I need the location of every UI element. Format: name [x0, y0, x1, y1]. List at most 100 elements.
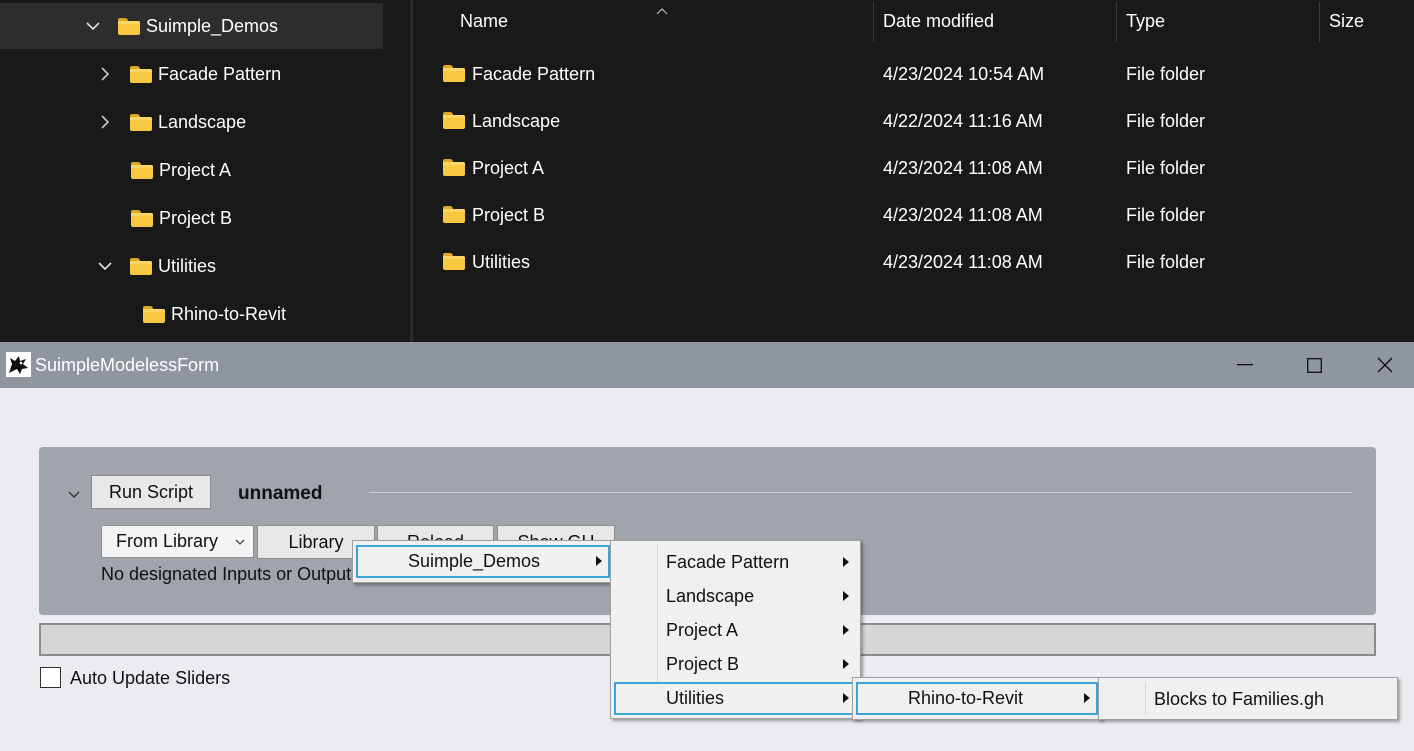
menu-item-suimple-demos[interactable]: Suimple_Demos [356, 545, 610, 578]
sort-ascending-icon [656, 2, 668, 20]
file-row[interactable]: Project B 4/23/2024 11:08 AM File folder [413, 192, 1414, 238]
from-library-dropdown[interactable]: From Library [101, 525, 254, 558]
column-header-type[interactable]: Type [1126, 0, 1165, 42]
folder-icon [443, 159, 465, 176]
library-menu: Suimple_Demos [352, 540, 614, 583]
auto-update-label: Auto Update Sliders [70, 668, 231, 688]
folder-icon [131, 161, 153, 179]
folder-icon [131, 209, 153, 227]
suimple-demos-submenu: Facade Pattern Landscape Project A Proje… [610, 540, 861, 719]
tree-item-project-a[interactable]: Project A [0, 147, 231, 193]
folder-icon [443, 253, 465, 270]
column-header-date[interactable]: Date modified [883, 0, 994, 42]
navigation-tree: Suimple_Demos Facade Pattern Landscape P… [0, 0, 383, 343]
menu-item-label: Rhino-to-Revit [908, 688, 1024, 708]
tree-item-project-b[interactable]: Project B [0, 195, 232, 241]
submenu-arrow-icon [596, 556, 602, 566]
rhino-app-icon [6, 352, 31, 382]
submenu-arrow-icon [843, 659, 849, 669]
file-date: 4/23/2024 10:54 AM [883, 64, 1045, 84]
submenu-arrow-icon [843, 625, 849, 635]
close-button[interactable] [1351, 342, 1414, 388]
file-row[interactable]: Facade Pattern 4/23/2024 10:54 AM File f… [413, 51, 1414, 97]
file-name: Utilities [472, 252, 531, 272]
title-bar[interactable]: SuimpleModelessForm [0, 342, 1414, 388]
column-header-name[interactable]: Name [460, 0, 508, 42]
file-row[interactable]: Landscape 4/22/2024 11:16 AM File folder [413, 98, 1414, 144]
io-status-text: No designated Inputs or Outputs [101, 564, 361, 584]
minimize-icon [1237, 364, 1253, 366]
menu-item-landscape[interactable]: Landscape [614, 580, 857, 613]
utilities-submenu: Rhino-to-Revit [852, 677, 1102, 720]
file-type: File folder [1126, 111, 1206, 131]
chevron-down-icon [235, 539, 245, 545]
file-name: Facade Pattern [472, 64, 596, 84]
chevron-right-icon[interactable] [98, 67, 112, 81]
file-name: Landscape [472, 111, 561, 131]
file-date: 4/23/2024 11:08 AM [883, 158, 1043, 178]
menu-item-label: Utilities [666, 688, 725, 708]
tree-item-label: Facade Pattern [158, 63, 282, 84]
file-name: Project B [472, 205, 546, 225]
folder-icon [143, 305, 165, 323]
menu-item-label: Landscape [666, 586, 755, 606]
chevron-down-icon[interactable] [98, 259, 112, 273]
maximize-button[interactable] [1280, 342, 1348, 388]
folder-icon [130, 113, 152, 131]
divider-line [369, 492, 1352, 493]
rhino-to-revit-submenu: Blocks to Families.gh [1098, 677, 1398, 720]
folder-icon [443, 65, 465, 82]
file-list: Name Date modified Type Size Facade Patt… [413, 0, 1414, 343]
tree-item-rhino-to-revit[interactable]: Rhino-to-Revit [0, 291, 286, 337]
menu-item-facade-pattern[interactable]: Facade Pattern [614, 546, 857, 579]
column-divider[interactable] [1319, 2, 1320, 42]
menu-item-label: Project A [666, 620, 739, 640]
menu-item-label: Blocks to Families.gh [1154, 689, 1325, 709]
window-title: SuimpleModelessForm [35, 355, 220, 375]
submenu-arrow-icon [1084, 693, 1090, 703]
column-header-size[interactable]: Size [1329, 0, 1364, 42]
file-row[interactable]: Utilities 4/23/2024 11:08 AM File folder [413, 239, 1414, 285]
close-icon [1377, 357, 1393, 373]
file-explorer: Suimple_Demos Facade Pattern Landscape P… [0, 0, 1414, 343]
menu-item-utilities[interactable]: Utilities [614, 682, 857, 715]
tree-item-landscape[interactable]: Landscape [0, 99, 246, 145]
menu-item-blocks-to-families[interactable]: Blocks to Families.gh [1102, 683, 1394, 716]
tree-item-suimple-demos[interactable]: Suimple_Demos [0, 3, 383, 49]
script-name: unnamed [238, 483, 323, 504]
submenu-arrow-icon [843, 693, 849, 703]
tree-item-facade-pattern[interactable]: Facade Pattern [0, 51, 281, 97]
chevron-down-icon[interactable] [86, 19, 100, 33]
tree-item-label: Rhino-to-Revit [171, 303, 287, 324]
tree-item-label: Landscape [158, 111, 247, 132]
tree-item-label: Project B [159, 207, 233, 228]
file-row[interactable]: Project A 4/23/2024 11:08 AM File folder [413, 145, 1414, 191]
folder-icon [443, 112, 465, 129]
chevron-right-icon[interactable] [98, 115, 112, 129]
maximize-icon [1306, 357, 1322, 373]
collapse-chevron-icon[interactable] [68, 486, 80, 504]
auto-update-checkbox[interactable] [40, 667, 61, 688]
menu-item-label: Facade Pattern [666, 552, 790, 572]
menu-item-project-a[interactable]: Project A [614, 614, 857, 647]
run-script-button[interactable]: Run Script [91, 475, 211, 509]
minimize-button[interactable] [1211, 342, 1279, 388]
menu-item-rhino-to-revit[interactable]: Rhino-to-Revit [856, 682, 1098, 715]
folder-icon [443, 206, 465, 223]
folder-icon [130, 257, 152, 275]
tree-item-label: Project A [159, 159, 232, 180]
menu-item-project-b[interactable]: Project B [614, 648, 857, 681]
tree-item-utilities[interactable]: Utilities [0, 243, 216, 289]
column-divider[interactable] [1116, 2, 1117, 42]
column-divider[interactable] [873, 2, 874, 42]
dropdown-value: From Library [116, 531, 219, 551]
menu-item-label: Project B [666, 654, 740, 674]
tree-item-label: Suimple_Demos [146, 15, 279, 36]
folder-icon [130, 65, 152, 83]
file-date: 4/23/2024 11:08 AM [883, 252, 1043, 272]
menu-item-label: Suimple_Demos [408, 551, 541, 571]
submenu-arrow-icon [843, 557, 849, 567]
file-date: 4/23/2024 11:08 AM [883, 205, 1043, 225]
file-type: File folder [1126, 205, 1206, 225]
tree-item-label: Utilities [158, 255, 217, 276]
